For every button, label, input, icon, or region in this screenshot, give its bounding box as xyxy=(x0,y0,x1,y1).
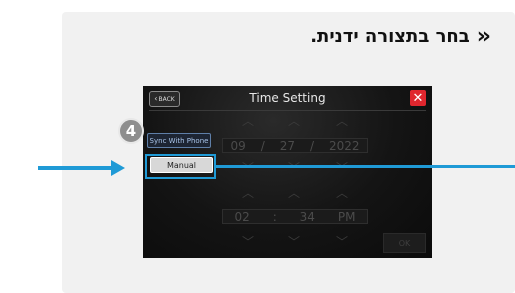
instruction-text: בחר בתצורה ידנית. xyxy=(310,26,470,47)
year-up-arrow-icon[interactable]: ︿ xyxy=(336,115,348,127)
day-value[interactable]: 27 xyxy=(280,139,295,153)
ampm-value[interactable]: PM xyxy=(338,210,356,224)
double-chevron-icon: « xyxy=(476,23,491,49)
date-separator: / xyxy=(309,138,314,153)
left-pointer-line xyxy=(38,166,112,170)
date-field-row: 09 / 27 / 2022 xyxy=(222,138,368,153)
close-icon: ✕ xyxy=(412,90,424,106)
hour-value[interactable]: 02 xyxy=(234,210,249,224)
close-button[interactable]: ✕ xyxy=(410,90,426,106)
hour-down-arrow-icon[interactable]: ︿ xyxy=(242,234,254,248)
month-up-arrow-icon[interactable]: ︿ xyxy=(242,115,254,127)
minute-value[interactable]: 34 xyxy=(300,210,315,224)
sync-with-phone-button[interactable]: Sync With Phone xyxy=(147,133,211,148)
minute-up-arrow-icon[interactable]: ︿ xyxy=(288,187,300,199)
ok-button[interactable]: OK xyxy=(383,233,426,253)
ampm-up-arrow-icon[interactable]: ︿ xyxy=(336,187,348,199)
ampm-down-arrow-icon[interactable]: ︿ xyxy=(336,234,348,248)
instruction-text-row: « בחר בתצורה ידנית. xyxy=(310,23,491,49)
time-separator: : xyxy=(272,209,277,224)
right-pointer-line xyxy=(216,165,515,168)
month-value[interactable]: 09 xyxy=(230,139,245,153)
year-value[interactable]: 2022 xyxy=(329,139,360,153)
date-separator: / xyxy=(260,138,265,153)
screen-title: Time Setting xyxy=(249,91,326,105)
arrow-right-icon xyxy=(111,160,125,176)
step-number-badge: 4 xyxy=(118,118,144,144)
time-field-row: 02 : 34 PM xyxy=(222,209,368,224)
hour-up-arrow-icon[interactable]: ︿ xyxy=(242,187,254,199)
title-divider xyxy=(149,110,426,111)
day-up-arrow-icon[interactable]: ︿ xyxy=(288,115,300,127)
minute-down-arrow-icon[interactable]: ︿ xyxy=(288,234,300,248)
manual-highlight-frame xyxy=(145,154,216,179)
